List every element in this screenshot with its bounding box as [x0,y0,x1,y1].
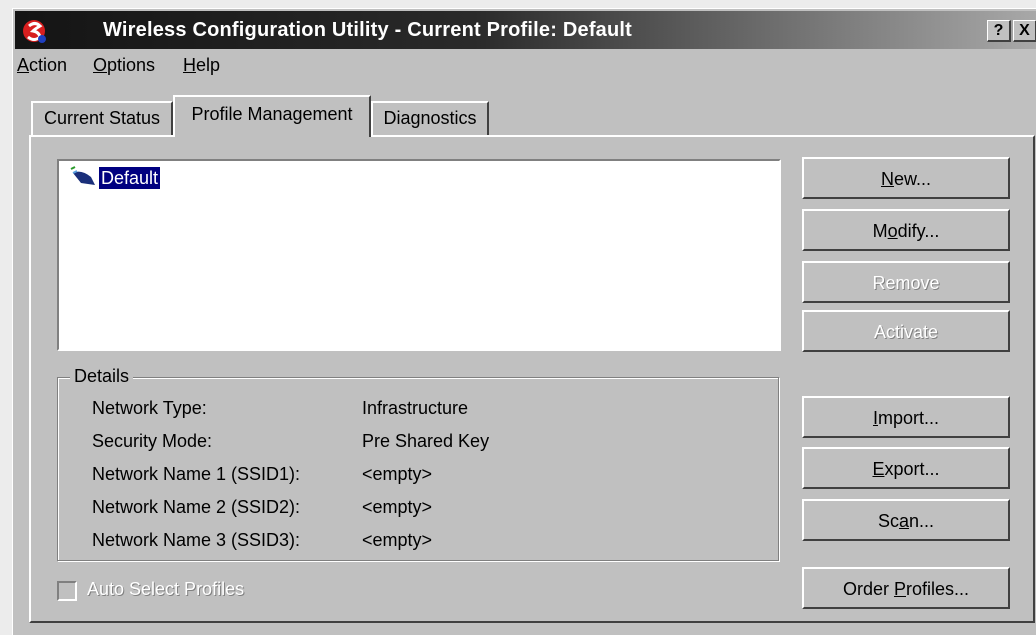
profile-icon [70,166,95,185]
menu-options-label: ptions [107,55,156,75]
menu-action-accel: A [17,55,30,75]
auto-select-checkbox[interactable] [57,581,77,601]
menu-options-accel: O [93,55,108,75]
modify-button[interactable]: Modify... [802,209,1010,251]
new-accel: N [880,169,894,189]
order-label: rofiles... [906,579,970,599]
tab-profile-management[interactable]: Profile Management [173,95,371,137]
export-label: xport... [884,459,940,479]
app-logo-icon [23,20,46,43]
menu-action-label: ction [29,55,68,75]
modify-accel: o [887,221,898,241]
detail-value: <empty> [362,497,433,517]
wireless-config-window: Wireless Configuration Utility - Current… [12,8,1036,635]
scan-label: n... [909,511,935,531]
profile-name: Default [97,166,162,190]
detail-label: Network Type: [92,398,207,418]
modify-label: dify... [897,221,940,241]
order-profiles-button[interactable]: Order Profiles... [802,567,1010,609]
detail-label: Network Name 1 (SSID1): [92,464,301,484]
details-legend: Details [70,366,134,387]
detail-value: Pre Shared Key [362,431,490,451]
close-title-button[interactable]: X [1013,20,1036,42]
profile-list[interactable]: Default [57,159,781,351]
detail-value: Infrastructure [362,398,469,418]
detail-value: <empty> [362,530,433,550]
order-pre: Order [842,579,894,599]
new-button[interactable]: New... [802,157,1010,199]
export-accel: E [872,459,885,479]
modify-pre: M [872,221,888,241]
scan-accel: a [898,511,909,531]
import-button[interactable]: Import... [802,396,1010,438]
activate-button[interactable]: Activate [802,310,1010,352]
menu-action[interactable]: Action [17,55,67,76]
auto-select-label: Auto Select Profiles [87,579,245,599]
scan-button[interactable]: Scan... [802,499,1010,541]
menu-help-label: elp [196,55,221,75]
help-title-button[interactable]: ? [987,20,1011,42]
detail-label: Network Name 3 (SSID3): [92,530,301,550]
menu-options[interactable]: Options [93,55,155,76]
scan-pre: Sc [877,511,899,531]
menu-bar: Action Options Help [15,51,1036,81]
export-button[interactable]: Export... [802,447,1010,489]
tab-diagnostics[interactable]: Diagnostics [371,101,489,135]
detail-label: Security Mode: [92,431,213,451]
tab-current-status[interactable]: Current Status [31,101,173,135]
import-label: mport... [878,408,940,428]
detail-value: <empty> [362,464,433,484]
order-accel: P [893,579,906,599]
new-label: ew... [893,169,932,189]
detail-label: Network Name 2 (SSID2): [92,497,301,517]
title-bar[interactable]: Wireless Configuration Utility - Current… [15,11,1036,49]
window-title: Wireless Configuration Utility - Current… [103,19,633,41]
details-group: Details Network Type: Infrastructure Sec… [57,366,779,561]
remove-button[interactable]: Remove [802,261,1010,303]
menu-help[interactable]: Help [183,55,220,76]
menu-help-accel: H [183,55,196,75]
